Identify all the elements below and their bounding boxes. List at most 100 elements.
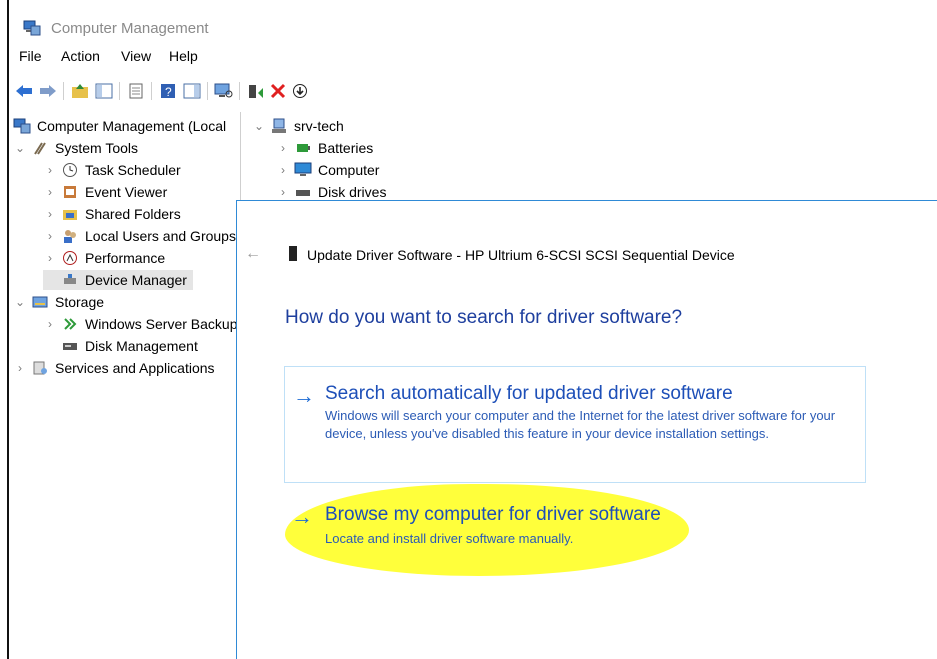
tree-item-event-viewer[interactable]: › Event Viewer [43,182,167,202]
device-category-label: Computer [318,162,380,178]
chevron-down-icon[interactable]: ⌄ [252,119,266,133]
tree-item-device-manager[interactable]: Device Manager [43,270,193,290]
device-category-computer[interactable]: › Computer [276,160,379,180]
browse-computer-option[interactable]: → Browse my computer for driver software… [287,496,707,556]
option-heading: Search automatically for updated driver … [325,383,733,404]
chevron-right-icon[interactable]: › [276,185,290,199]
tree-label: Storage [55,294,105,310]
device-category-disk-drives[interactable]: › Disk drives [276,182,386,202]
backup-icon [61,316,79,332]
device-tree: ⌄ srv-tech › Batteries › Computer › Disk driv… [248,112,937,202]
tree-item-task-scheduler[interactable]: › Task Scheduler [43,160,181,180]
computer-management-icon [13,118,31,134]
tree-label: Services and Applications [55,360,215,376]
title-bar: Computer Management [9,0,937,42]
users-icon [61,228,79,244]
tree-item-windows-server-backup[interactable]: › Windows Server Backup [43,314,238,334]
update-driver-icon[interactable] [245,80,267,102]
computer-management-window: Computer Management File Action View Hel… [0,0,937,659]
tree-label: Event Viewer [85,184,168,200]
tree-item-services-and-applications[interactable]: › Services and Applications [13,358,215,378]
disk-management-icon [61,338,79,354]
chevron-right-icon[interactable]: › [43,207,57,221]
disable-device-icon[interactable] [289,80,311,102]
chevron-right-icon[interactable]: › [276,141,290,155]
shared-folders-icon [61,206,79,222]
chevron-right-icon[interactable]: › [43,185,57,199]
option-heading: Browse my computer for driver software [325,504,661,525]
dialog-question: How do you want to search for driver sof… [285,307,683,328]
up-folder-icon[interactable] [69,80,91,102]
disk-drives-icon [294,184,312,200]
chevron-right-icon[interactable]: › [13,361,27,375]
tree-label: Computer Management (Local [37,118,227,134]
tree-item-system-tools[interactable]: ⌄ System Tools [13,138,138,158]
tree-item-performance[interactable]: › Performance [43,248,165,268]
services-icon [31,360,49,376]
tree-label: System Tools [55,140,138,156]
tree-item-disk-management[interactable]: Disk Management [43,336,198,356]
forward-icon[interactable] [37,80,59,102]
computer-icon [294,162,312,178]
tree-label: Windows Server Backup [85,316,238,332]
search-automatically-option[interactable]: → Search automatically for updated drive… [284,366,866,483]
batteries-icon [294,140,312,156]
svg-text:?: ? [165,85,172,99]
tree-item-local-users-and-groups[interactable]: › Local Users and Groups [43,226,236,246]
tape-device-icon [289,246,297,261]
show-hide-tree-icon[interactable] [93,80,115,102]
toolbar-separator [207,82,208,100]
tree-label: Local Users and Groups [85,228,236,244]
device-tree-root[interactable]: ⌄ srv-tech [252,116,344,136]
device-category-label: Batteries [318,140,374,156]
toolbar-separator [151,82,152,100]
toolbar-separator [63,82,64,100]
chevron-right-icon[interactable]: › [43,163,57,177]
scan-hardware-icon[interactable] [213,80,235,102]
event-viewer-icon [61,184,79,200]
help-icon[interactable]: ? [157,80,179,102]
system-tools-icon [31,140,49,156]
arrow-right-icon: → [291,504,313,529]
arrow-right-icon: → [293,383,315,408]
back-arrow-icon[interactable]: ← [245,245,261,263]
device-manager-icon [61,272,79,288]
tree-label: Shared Folders [85,206,181,222]
tree-label: Performance [85,250,166,266]
chevron-right-icon[interactable]: › [276,163,290,177]
device-tree-root-label: srv-tech [294,118,344,134]
performance-icon [61,250,79,266]
menu-file[interactable]: File [19,48,42,64]
toolbar-separator [239,82,240,100]
console-tree: Computer Management (Local ⌄ System Tools… [9,112,241,659]
task-scheduler-icon [61,162,79,178]
computer-management-icon [23,20,41,36]
server-icon [270,118,288,134]
window-title: Computer Management [51,20,209,37]
menu-help[interactable]: Help [169,48,198,64]
tree-item-shared-folders[interactable]: › Shared Folders [43,204,181,224]
option-description: Locate and install driver software manua… [325,531,574,546]
tree-label: Task Scheduler [85,162,181,178]
action-pane-icon[interactable] [181,80,203,102]
menu-view[interactable]: View [121,48,151,64]
properties-icon[interactable] [125,80,147,102]
toolbar-separator [119,82,120,100]
chevron-right-icon[interactable]: › [43,229,57,243]
tree-label: Device Manager [85,272,187,288]
option-description: Windows will search your computer and th… [325,408,836,441]
chevron-right-icon[interactable]: › [43,317,57,331]
update-driver-dialog: ← Update Driver Software - HP Ultrium 6-… [236,200,937,659]
back-icon[interactable] [13,80,35,102]
tree-root-computer-management[interactable]: Computer Management (Local [13,116,226,136]
dialog-title: Update Driver Software - HP Ultrium 6-SC… [307,247,735,263]
menu-action[interactable]: Action [61,48,100,64]
device-category-label: Disk drives [318,184,387,200]
chevron-right-icon[interactable]: › [43,251,57,265]
chevron-down-icon[interactable]: ⌄ [13,295,27,309]
device-category-batteries[interactable]: › Batteries [276,138,373,158]
tree-item-storage[interactable]: ⌄ Storage [13,292,104,312]
tree-label: Disk Management [85,338,198,354]
uninstall-icon[interactable] [267,80,289,102]
chevron-down-icon[interactable]: ⌄ [13,141,27,155]
